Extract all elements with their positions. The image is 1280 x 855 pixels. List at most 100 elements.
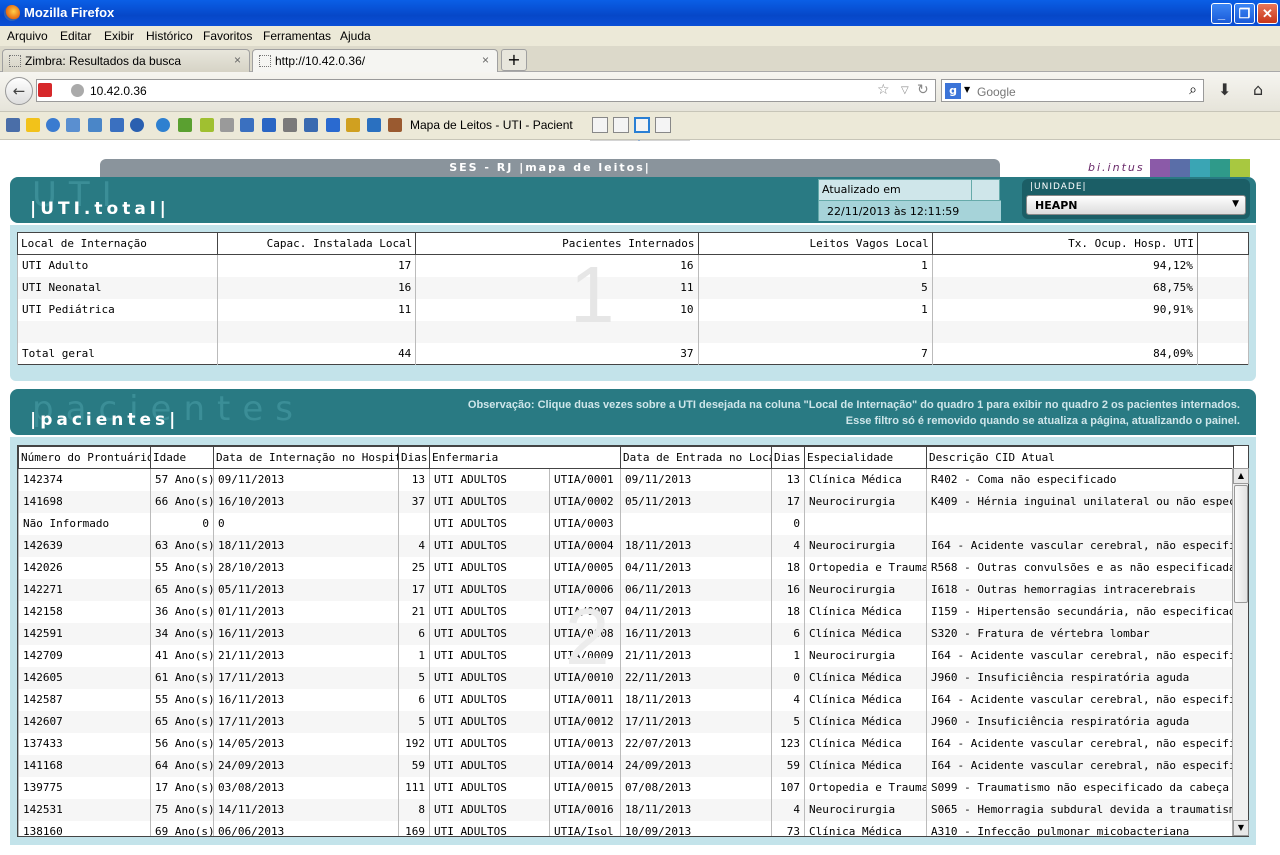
engine-dropdown-icon[interactable]: ▼ [964, 85, 970, 94]
globe-tool-icon[interactable] [46, 118, 60, 132]
menu-tool-icon[interactable] [6, 118, 20, 132]
unidade-select[interactable]: HEAPN ▼ [1026, 195, 1246, 215]
menu-ferramentas[interactable]: Ferramentas [263, 29, 331, 43]
menu-editar[interactable]: Editar [60, 29, 91, 43]
book-tool-icon[interactable] [388, 118, 402, 132]
col-header[interactable]: Enfermaria [428, 446, 622, 469]
tab-active-page[interactable]: http://10.42.0.36/ × [252, 49, 498, 73]
col-header[interactable]: Idade [150, 446, 214, 469]
uti-row[interactable]: UTI Pediátrica 11 10 1 90,91% [16, 298, 1250, 321]
col-header[interactable]: Tx. Ocup. Hosp. UTI [931, 232, 1198, 255]
patient-row[interactable]: 138160 69 Ano(s) 06/06/2013 169 UTI ADULTOS U… [18, 820, 1234, 836]
download-icon[interactable]: ⬇ [1218, 80, 1231, 99]
col-header[interactable]: Dias [771, 446, 806, 469]
col-header[interactable]: Data de Internação no Hospital [213, 446, 399, 469]
layout-option-1-icon[interactable] [592, 117, 608, 133]
url-history-dropdown-icon[interactable]: ▽ [901, 85, 909, 96]
patient-row[interactable]: Não Informado 0 0 UTI ADULTOS UTIA/0003 0 [18, 512, 1234, 535]
expand-tool-icon[interactable] [110, 118, 124, 132]
col-header[interactable]: Leitos Vagos Local [697, 232, 933, 255]
power-tool-icon[interactable] [130, 118, 144, 132]
hierarchy-tool-icon[interactable] [240, 118, 254, 132]
menu-exibir[interactable]: Exibir [104, 29, 134, 43]
patient-row[interactable]: 137433 56 Ano(s) 14/05/2013 192 UTI ADULTOS U… [18, 732, 1234, 755]
col-header[interactable]: Especialidade [804, 446, 928, 469]
uti-cell [217, 320, 417, 343]
save-tool-icon[interactable] [304, 118, 318, 132]
url-bar[interactable]: 10.42.0.36 ☆ ▽ ↻ [36, 79, 936, 102]
patient-row[interactable]: 139775 17 Ano(s) 03/08/2013 111 UTI ADULTOS U… [18, 776, 1234, 799]
menu-ajuda[interactable]: Ajuda [340, 29, 371, 43]
patient-row[interactable]: 142605 61 Ano(s) 17/11/2013 5 UTI ADULTOS UTI… [18, 666, 1234, 689]
menu-historico[interactable]: Histórico [146, 29, 193, 43]
uti-row[interactable]: Total geral 44 37 7 84,09% [16, 342, 1250, 365]
menu-favoritos[interactable]: Favoritos [203, 29, 252, 43]
scrollbar-thumb[interactable] [1234, 485, 1248, 603]
layout-option-2-icon[interactable] [613, 117, 629, 133]
tab-close-icon[interactable]: × [234, 53, 241, 67]
tab-close-icon[interactable]: × [482, 53, 489, 67]
search-input[interactable]: Google [977, 85, 1016, 99]
patient-row[interactable]: 142374 57 Ano(s) 09/11/2013 13 UTI ADULTOS UT… [18, 468, 1234, 491]
col-header[interactable]: Local de Internação [16, 232, 219, 255]
maximize-button[interactable]: ❐ [1234, 3, 1255, 24]
addon-red-icon[interactable] [38, 83, 52, 97]
scroll-down-icon[interactable]: ▼ [1233, 820, 1249, 836]
site-identity-icon[interactable] [71, 84, 84, 97]
close-button[interactable]: ✕ [1257, 3, 1278, 24]
minimize-button[interactable]: _ [1211, 3, 1232, 24]
bookmark-tool-icon[interactable] [26, 118, 40, 132]
col-header[interactable]: Dias [398, 446, 430, 469]
tab-zimbra[interactable]: Zimbra: Resultados da busca × [2, 49, 250, 72]
uti-cell: 94,12% [931, 254, 1198, 277]
refresh-tool-icon[interactable] [156, 118, 170, 132]
uti-row[interactable]: UTI Neonatal 16 11 5 68,75% [16, 276, 1250, 299]
col-header[interactable]: Número do Prontuário [18, 446, 151, 469]
lock-tool-icon[interactable] [346, 118, 360, 132]
patient-row[interactable]: 142607 65 Ano(s) 17/11/2013 5 UTI ADULTOS UTI… [18, 710, 1234, 733]
image-tool-icon[interactable] [283, 118, 297, 132]
scroll-up-icon[interactable]: ▲ [1233, 468, 1249, 484]
user-tool-icon[interactable] [88, 118, 102, 132]
back-button[interactable]: ← [5, 77, 33, 105]
uti-row[interactable] [16, 320, 1250, 343]
patient-row[interactable]: 142591 34 Ano(s) 16/11/2013 6 UTI ADULTOS UTI… [18, 622, 1234, 645]
col-header[interactable]: Pacientes Internados [415, 232, 699, 255]
patients-scrollbar[interactable]: ▲ ▼ [1232, 468, 1249, 836]
patient-row[interactable]: 142639 63 Ano(s) 18/11/2013 4 UTI ADULTOS UTI… [18, 534, 1234, 557]
google-engine-icon[interactable]: g [945, 83, 961, 99]
patient-row[interactable]: 141168 64 Ano(s) 24/09/2013 59 UTI ADULTOS UT… [18, 754, 1234, 777]
text-tool-icon[interactable] [262, 118, 276, 132]
url-text[interactable]: 10.42.0.36 [90, 84, 147, 98]
check-tool-icon[interactable] [178, 118, 192, 132]
home-icon[interactable]: ⌂ [1253, 80, 1263, 99]
code-tool-icon[interactable] [367, 118, 381, 132]
filter-tool-icon[interactable] [220, 118, 234, 132]
layout-option-4-icon[interactable] [655, 117, 671, 133]
search-box[interactable]: g ▼ Google ⌕ [941, 79, 1204, 102]
patient-row[interactable]: 142709 41 Ano(s) 21/11/2013 1 UTI ADULTOS UTI… [18, 644, 1234, 667]
new-tab-button[interactable]: + [501, 49, 527, 71]
patient-cell: 61 Ano(s) [150, 666, 214, 689]
patient-row[interactable]: 142271 65 Ano(s) 05/11/2013 17 UTI ADULTOS UT… [18, 578, 1234, 601]
col-header[interactable]: Capac. Instalada Local [217, 232, 417, 255]
menu-arquivo[interactable]: Arquivo [7, 29, 48, 43]
search-icon[interactable]: ⌕ [1189, 82, 1197, 98]
chevron-down-icon[interactable]: ▼ [1232, 199, 1239, 209]
patient-row[interactable]: 142026 55 Ano(s) 28/10/2013 25 UTI ADULTOS UT… [18, 556, 1234, 579]
patient-row[interactable]: 142587 55 Ano(s) 16/11/2013 6 UTI ADULTOS UTI… [18, 688, 1234, 711]
patient-row[interactable]: 141698 66 Ano(s) 16/10/2013 37 UTI ADULTOS UT… [18, 490, 1234, 513]
col-header[interactable]: Descrição CID Atual [926, 446, 1235, 469]
col-header[interactable]: Data de Entrada no Local [620, 446, 773, 469]
magnifier-tool-icon[interactable] [66, 118, 80, 132]
patient-row[interactable]: 142531 75 Ano(s) 14/11/2013 8 UTI ADULTOS UTI… [18, 798, 1234, 821]
layout-option-3-icon[interactable] [634, 117, 650, 133]
uti-row[interactable]: UTI Adulto 17 16 1 94,12% [16, 254, 1250, 277]
patient-cell [926, 512, 1234, 535]
close-tool-icon[interactable] [326, 118, 340, 132]
lightning-tool-icon[interactable] [200, 118, 214, 132]
patient-cell: 01/11/2013 [213, 600, 399, 623]
reload-icon[interactable]: ↻ [917, 82, 929, 98]
bookmark-star-icon[interactable]: ☆ [877, 82, 890, 98]
patient-row[interactable]: 142158 36 Ano(s) 01/11/2013 21 UTI ADULTOS UT… [18, 600, 1234, 623]
